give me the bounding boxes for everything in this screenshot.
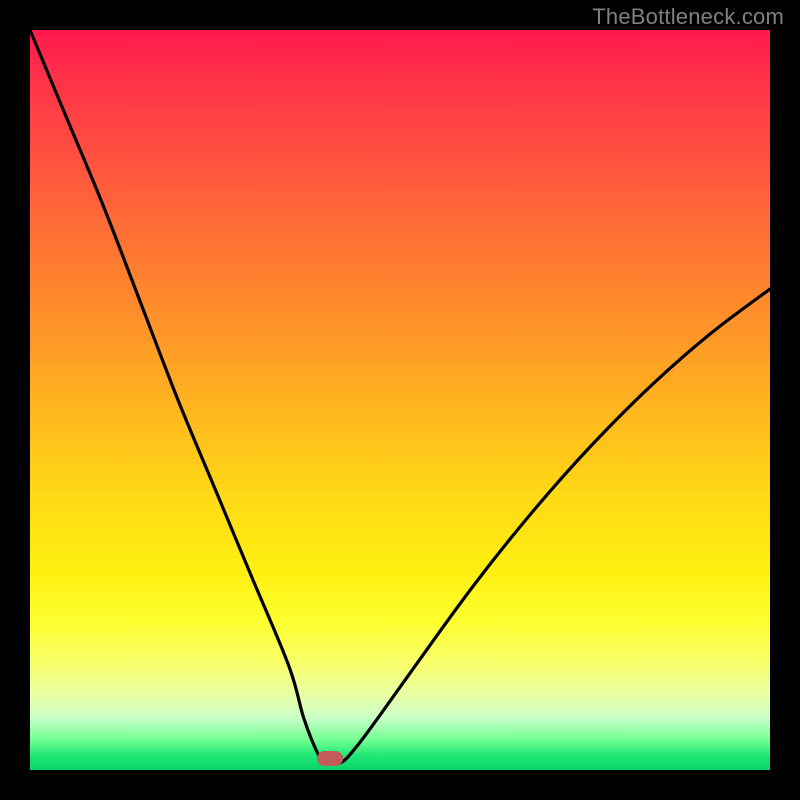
bottleneck-curve xyxy=(30,30,770,770)
chart-frame: TheBottleneck.com xyxy=(0,0,800,800)
curve-path xyxy=(30,30,770,764)
plot-area xyxy=(30,30,770,770)
watermark-text: TheBottleneck.com xyxy=(592,4,784,30)
optimal-marker xyxy=(317,751,343,766)
